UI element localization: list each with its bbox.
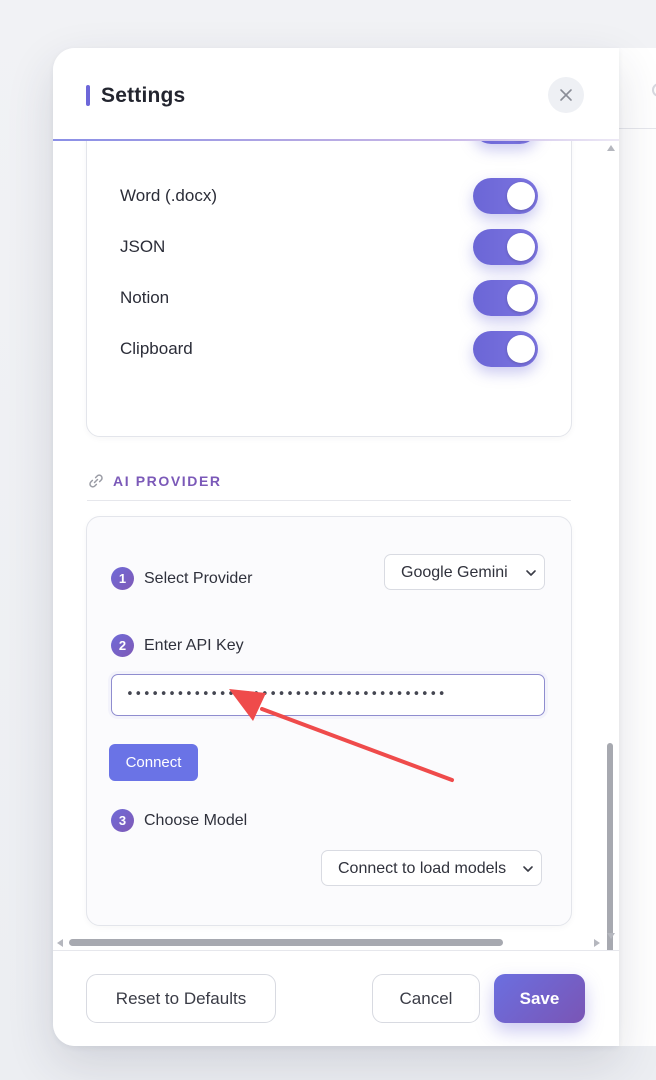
step-badge: 1 — [111, 567, 134, 590]
background-panel — [618, 48, 656, 1046]
toggle-notion[interactable] — [473, 280, 538, 316]
export-option-clipboard: Clipboard — [87, 329, 571, 369]
toggle-knob — [507, 335, 535, 363]
ai-provider-card: 1 Select Provider Google Gemini 2 Enter … — [86, 516, 572, 926]
horizontal-scrollbar[interactable] — [53, 936, 603, 950]
chevron-down-icon — [526, 570, 536, 576]
settings-scroll-area[interactable]: Word (.docx) JSON Notion Clipboard AI PR… — [53, 141, 619, 949]
scroll-right-arrow[interactable] — [594, 939, 600, 947]
modal-footer: Reset to Defaults Cancel Save — [53, 950, 619, 1046]
scroll-down-arrow[interactable] — [607, 933, 615, 939]
step-label: Enter API Key — [144, 637, 244, 654]
toggle-knob — [507, 284, 535, 312]
model-select-value: Connect to load models — [338, 860, 507, 877]
chevron-down-icon — [523, 866, 533, 872]
provider-select[interactable]: Google Gemini — [384, 554, 545, 590]
export-option-json: JSON — [87, 227, 571, 267]
modal-title: Settings — [101, 84, 186, 107]
vertical-scrollbar[interactable] — [603, 141, 617, 969]
step-badge: 3 — [111, 809, 134, 832]
scroll-left-arrow[interactable] — [57, 939, 63, 947]
title-accent-bar — [86, 85, 90, 106]
toggle-word[interactable] — [473, 178, 538, 214]
connect-button[interactable]: Connect — [109, 744, 198, 781]
toggle-json[interactable] — [473, 229, 538, 265]
export-option-notion: Notion — [87, 278, 571, 318]
export-option-partial — [87, 141, 571, 162]
background-panel-icon — [652, 83, 656, 97]
api-key-input[interactable]: •••••••••••••••••••••••••••••••••••••• — [111, 674, 545, 716]
close-icon — [560, 89, 572, 101]
cancel-button[interactable]: Cancel — [372, 974, 480, 1023]
toggle-knob — [507, 233, 535, 261]
background-panel-header — [619, 48, 656, 129]
section-title: AI PROVIDER — [113, 473, 222, 489]
toggle-partial[interactable] — [473, 141, 538, 144]
toggle-clipboard[interactable] — [473, 331, 538, 367]
option-label: Notion — [120, 288, 170, 307]
scroll-up-arrow[interactable] — [607, 145, 615, 151]
ai-provider-section-header: AI PROVIDER — [87, 470, 571, 501]
horizontal-scroll-thumb[interactable] — [69, 939, 503, 946]
link-icon — [89, 474, 103, 488]
toggle-knob — [507, 182, 535, 210]
save-button[interactable]: Save — [494, 974, 585, 1023]
reset-defaults-button[interactable]: Reset to Defaults — [86, 974, 276, 1023]
step-label: Select Provider — [144, 570, 253, 587]
step-label: Choose Model — [144, 812, 248, 829]
settings-modal: Settings Word (.docx) JSON Notion Clipbo… — [53, 48, 619, 1046]
export-option-word: Word (.docx) — [87, 176, 571, 216]
export-options-card: Word (.docx) JSON Notion Clipboard — [86, 141, 572, 437]
close-button[interactable] — [548, 77, 584, 113]
modal-header: Settings — [53, 48, 619, 140]
option-label: Word (.docx) — [120, 186, 217, 205]
step-badge: 2 — [111, 634, 134, 657]
option-label: JSON — [120, 237, 166, 256]
model-select[interactable]: Connect to load models — [321, 850, 542, 886]
provider-select-value: Google Gemini — [401, 564, 508, 581]
option-label: Clipboard — [120, 339, 193, 358]
